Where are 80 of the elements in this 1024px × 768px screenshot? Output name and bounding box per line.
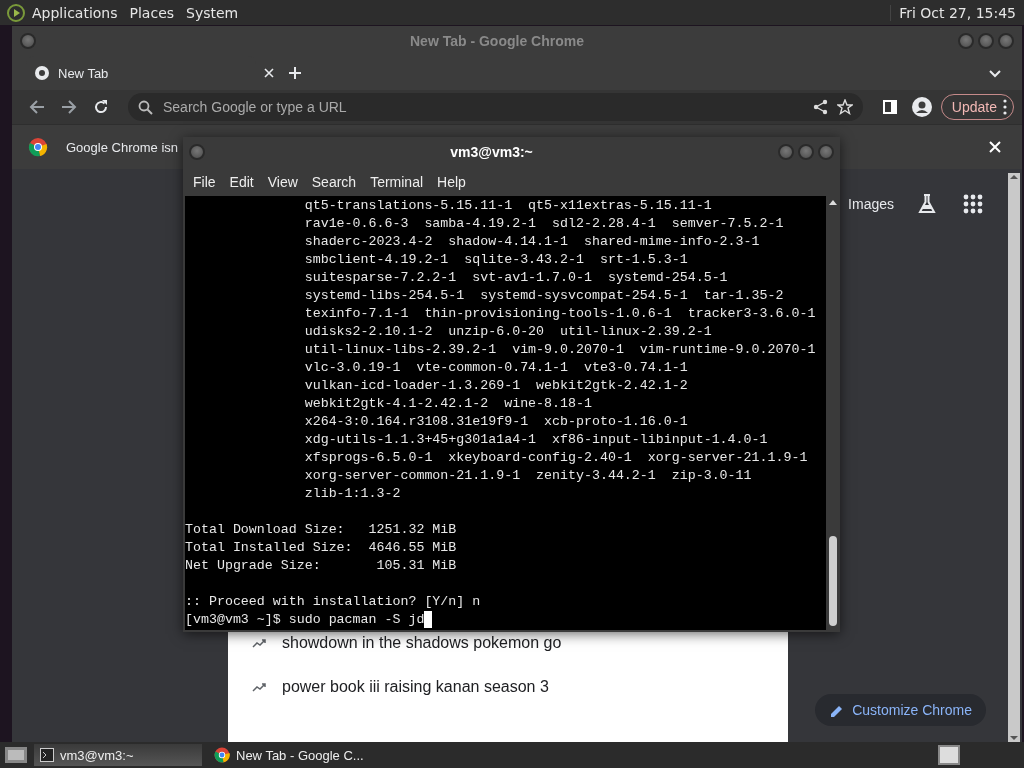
images-link[interactable]: Images bbox=[848, 196, 894, 212]
terminal-line: Net Upgrade Size: 105.31 MiB bbox=[185, 558, 457, 573]
logo-icon bbox=[6, 2, 26, 23]
window-control-button[interactable] bbox=[998, 33, 1014, 49]
window-control-button[interactable] bbox=[20, 33, 36, 49]
terminal-line: rav1e-0.6.6-3 samba-4.19.2-1 sdl2-2.28.4-1 semver-7.5.2-1 bbox=[303, 216, 784, 231]
terminal-line: util-linux-libs-2.39.2-1 vim-9.0.2070-1 vim-runtime-9.0.2070-1 bbox=[303, 342, 816, 357]
address-bar[interactable]: Search Google or type a URL bbox=[128, 93, 863, 121]
scrollbar-thumb[interactable] bbox=[829, 536, 837, 626]
trending-search-link[interactable]: power book iii raising kanan season 3 bbox=[282, 678, 549, 696]
terminal-icon bbox=[40, 748, 54, 762]
window-control-button[interactable] bbox=[958, 33, 974, 49]
panel-menu[interactable]: System bbox=[180, 4, 245, 21]
workspace-button[interactable] bbox=[938, 745, 960, 765]
panel-menu[interactable]: Places bbox=[123, 4, 181, 21]
menu-item[interactable]: View bbox=[261, 173, 306, 190]
terminal-line: shaderc-2023.4-2 shadow-4.14.1-1 shared-mime-info-2.3-1 bbox=[303, 234, 760, 249]
scrollbar[interactable] bbox=[1008, 173, 1020, 742]
menu-item[interactable]: Help bbox=[431, 173, 474, 190]
close-icon bbox=[263, 67, 275, 79]
browser-logo-icon bbox=[28, 137, 48, 157]
terminal-line: webkit2gtk-4.1-2.42.1-2 wine-8.18-1 bbox=[303, 396, 592, 411]
flask-icon bbox=[916, 193, 938, 215]
window-title: vm3@vm3:~ bbox=[449, 144, 534, 160]
chevron-down-icon bbox=[989, 68, 1001, 78]
window-control-button[interactable] bbox=[818, 144, 834, 160]
forward-arrow-icon bbox=[61, 99, 77, 115]
more-vertical-icon bbox=[1003, 99, 1007, 115]
taskbar-button[interactable]: vm3@vm3:~ bbox=[34, 744, 202, 766]
window-control-button[interactable] bbox=[798, 144, 814, 160]
show-desktop-icon bbox=[4, 744, 28, 766]
trending-icon bbox=[252, 680, 266, 694]
star-icon bbox=[836, 99, 853, 115]
terminal-line: udisks2-2.10.1-2 unzip-6.0-20 util-linux-2.39.2-1 bbox=[303, 324, 712, 339]
terminal-line: zlib-1:1.3-2 bbox=[303, 486, 401, 501]
terminal-line: Total Download Size: 1251.32 MiB bbox=[185, 522, 457, 537]
infobar-message: Google Chrome isn bbox=[66, 139, 178, 155]
window-title: New Tab - Google Chrome bbox=[409, 33, 585, 49]
avatar-icon bbox=[911, 97, 932, 117]
apps-grid-icon bbox=[963, 194, 983, 214]
trending-search-link[interactable]: showdown in the shadows pokemon go bbox=[282, 634, 562, 652]
terminal-line: xdg-utils-1.1.3+45+g301a1a4-1 xf86-input-libinput-1.4.0-1 bbox=[303, 432, 768, 447]
back-arrow-icon bbox=[29, 99, 45, 115]
menu-item[interactable]: File bbox=[187, 173, 224, 190]
plus-icon bbox=[288, 66, 302, 80]
terminal-line: xorg-server-common-21.1.9-1 zenity-3.44.2-1 zip-3.0-11 bbox=[303, 468, 752, 483]
address-input[interactable]: Search Google or type a URL bbox=[161, 98, 805, 116]
terminal-line: Total Installed Size: 4646.55 MiB bbox=[185, 540, 457, 555]
terminal-line: x264-3:0.164.r3108.31e19f9-1 xcb-proto-1.16.0-1 bbox=[303, 414, 688, 429]
menu-item[interactable]: Edit bbox=[223, 173, 262, 190]
terminal-line: suitesparse-7.2.2-1 svt-av1-1.7.0-1 systemd-254.5-1 bbox=[303, 270, 728, 285]
taskbar-button[interactable]: New Tab - Google C... bbox=[208, 744, 376, 766]
browser-logo-icon bbox=[214, 747, 230, 763]
menu-item[interactable]: Search bbox=[305, 173, 365, 190]
reload-icon bbox=[93, 99, 109, 115]
window-control-button[interactable] bbox=[778, 144, 794, 160]
terminal-line: qt5-translations-5.15.11-1 qt5-x11extras-5.15.11-1 bbox=[303, 198, 712, 213]
window-control-button[interactable] bbox=[189, 144, 205, 160]
browser-logo-icon bbox=[34, 65, 50, 81]
trending-icon bbox=[252, 636, 266, 650]
terminal-line: smbclient-4.19.2-1 sqlite-3.43.2-1 srt-1.5.3-1 bbox=[303, 252, 688, 267]
customize-chrome-button[interactable]: Customize Chrome bbox=[815, 694, 986, 726]
terminal-line: vulkan-icd-loader-1.3.269-1 webkit2gtk-2.42.1-2 bbox=[303, 378, 688, 393]
side-panel-icon bbox=[881, 99, 898, 115]
terminal-line: texinfo-7.1-1 thin-provisioning-tools-1.0.6-1 tracker3-3.6.0-1 bbox=[303, 306, 816, 321]
terminal-line: vlc-3.0.19-1 vte-common-0.74.1-1 vte3-0.74.1-1 bbox=[303, 360, 688, 375]
terminal-line: xfsprogs-6.5.0-1 xkeyboard-config-2.40-1 xorg-server-21.1.9-1 bbox=[303, 450, 808, 465]
terminal-line: systemd-libs-254.5-1 systemd-sysvcompat-254.5-1 tar-1.35-2 bbox=[303, 288, 784, 303]
panel-menu[interactable]: Applications bbox=[26, 4, 124, 21]
terminal-line: [vm3@vm3 ~]$ sudo pacman -S jd bbox=[185, 612, 425, 627]
clock: Fri Oct 27, 15:45 bbox=[890, 4, 1016, 21]
scroll-up-icon bbox=[1009, 173, 1019, 181]
close-icon bbox=[988, 140, 1002, 154]
search-icon bbox=[138, 99, 153, 115]
terminal-line: :: Proceed with installation? [Y/n] n bbox=[185, 594, 481, 609]
scrollbar[interactable] bbox=[826, 196, 840, 630]
scroll-up-icon bbox=[829, 199, 837, 206]
share-icon bbox=[812, 99, 829, 115]
window-control-button[interactable] bbox=[978, 33, 994, 49]
menu-item[interactable]: Terminal bbox=[364, 173, 432, 190]
